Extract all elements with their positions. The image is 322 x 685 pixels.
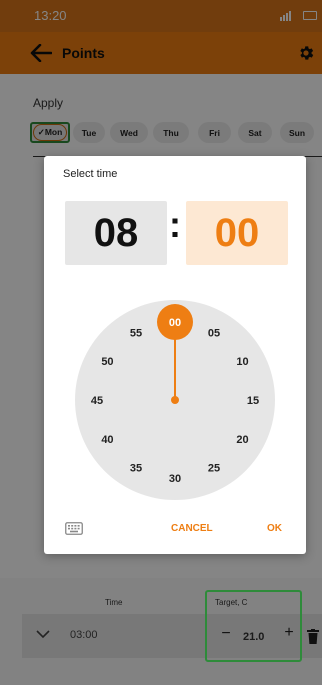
clock-dial[interactable]: 00 05 10 15 20 25 30 35 40 45 50 55 [75,300,275,500]
clock-minute-35[interactable]: 35 [130,463,142,475]
clock-minute-55[interactable]: 55 [130,327,142,339]
clock-center-dot [171,396,179,404]
target-highlight-frame [205,590,302,662]
clock-minute-20[interactable]: 20 [236,434,248,446]
minute-field[interactable]: 00 [186,201,288,265]
clock-minute-15[interactable]: 15 [247,395,259,407]
time-picker-dialog: Select time 08 : 00 00 05 10 15 20 25 30 35 40 45… [44,156,306,554]
clock-minute-50[interactable]: 50 [101,356,113,368]
keyboard-icon[interactable] [65,522,83,535]
time-separator: : [169,204,181,245]
cancel-button[interactable]: CANCEL [171,523,213,534]
clock-minute-25[interactable]: 25 [208,463,220,475]
dialog-title: Select time [63,168,118,180]
hour-field[interactable]: 08 [65,201,167,265]
app-screen: 13:20 Points Apply ✓Mon Tue Wed Thu Fri [0,0,322,685]
ok-button[interactable]: OK [267,523,282,534]
clock-minute-30[interactable]: 30 [169,473,181,485]
clock-minute-40[interactable]: 40 [101,434,113,446]
clock-minute-10[interactable]: 10 [236,356,248,368]
clock-minute-00[interactable]: 00 [169,317,181,329]
clock-minute-45[interactable]: 45 [91,395,103,407]
clock-minute-05[interactable]: 05 [208,327,220,339]
